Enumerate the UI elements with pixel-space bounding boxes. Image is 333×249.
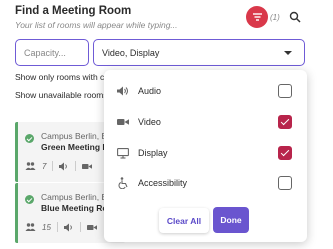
clear-all-button[interactable]: Clear All bbox=[159, 208, 209, 233]
checkbox[interactable] bbox=[278, 84, 292, 98]
page-subtitle: Your list of rooms will appear while typ… bbox=[15, 20, 178, 30]
video-camera-icon bbox=[116, 116, 130, 128]
dropdown-option-label: Video bbox=[138, 117, 161, 127]
checkbox-checked[interactable] bbox=[278, 115, 292, 129]
video-camera-icon bbox=[86, 224, 97, 230]
filter-count-badge: (1) bbox=[270, 13, 280, 22]
search-icon bbox=[289, 11, 301, 23]
unavailable-rooms-option-label[interactable]: Show unavailable rooms bbox=[15, 90, 108, 100]
room-location: Campus Berlin, Bu bbox=[41, 192, 112, 202]
chevron-down-icon bbox=[284, 51, 292, 55]
search-button[interactable] bbox=[287, 9, 303, 25]
speaker-icon bbox=[63, 223, 72, 231]
equipment-select-value: Video, Display bbox=[102, 47, 160, 58]
dropdown-option-audio[interactable]: Audio bbox=[104, 77, 307, 105]
people-icon bbox=[25, 223, 36, 231]
only-rooms-option-label[interactable]: Show only rooms with cat bbox=[15, 72, 111, 82]
done-button[interactable]: Done bbox=[213, 207, 249, 233]
available-icon bbox=[25, 195, 34, 204]
available-icon bbox=[25, 134, 34, 143]
divider bbox=[79, 222, 81, 232]
capacity-input[interactable] bbox=[15, 39, 89, 66]
checkbox-checked[interactable] bbox=[278, 146, 292, 160]
divider bbox=[75, 161, 77, 171]
dropdown-option-label: Display bbox=[138, 148, 168, 158]
checkbox[interactable] bbox=[278, 176, 292, 190]
video-camera-icon bbox=[82, 163, 93, 169]
filter-icon bbox=[252, 13, 262, 21]
people-icon bbox=[25, 162, 36, 170]
dropdown-option-label: Audio bbox=[138, 86, 162, 96]
dropdown-option-video[interactable]: Video bbox=[104, 108, 307, 136]
page-title: Find a Meeting Room bbox=[15, 5, 132, 17]
room-capacity: 7 bbox=[42, 161, 47, 171]
room-capacity: 15 bbox=[42, 222, 51, 232]
room-location: Campus Berlin, Bu bbox=[41, 131, 112, 141]
dropdown-option-label: Accessibility bbox=[138, 178, 188, 188]
equipment-dropdown: Audio Video Display Accessibility Clear … bbox=[104, 70, 307, 242]
room-name: Blue Meeting Roo bbox=[41, 203, 113, 213]
dropdown-option-accessibility[interactable]: Accessibility bbox=[104, 169, 307, 197]
room-name: Green Meeting Ro bbox=[41, 142, 114, 152]
speaker-icon bbox=[116, 85, 130, 97]
equipment-select[interactable]: Video, Display bbox=[93, 39, 305, 66]
filter-button[interactable] bbox=[246, 6, 268, 28]
divider bbox=[56, 222, 58, 232]
accessibility-icon bbox=[116, 177, 130, 189]
speaker-icon bbox=[59, 162, 68, 170]
dropdown-option-display[interactable]: Display bbox=[104, 139, 307, 167]
monitor-icon bbox=[116, 147, 130, 159]
divider bbox=[52, 161, 54, 171]
